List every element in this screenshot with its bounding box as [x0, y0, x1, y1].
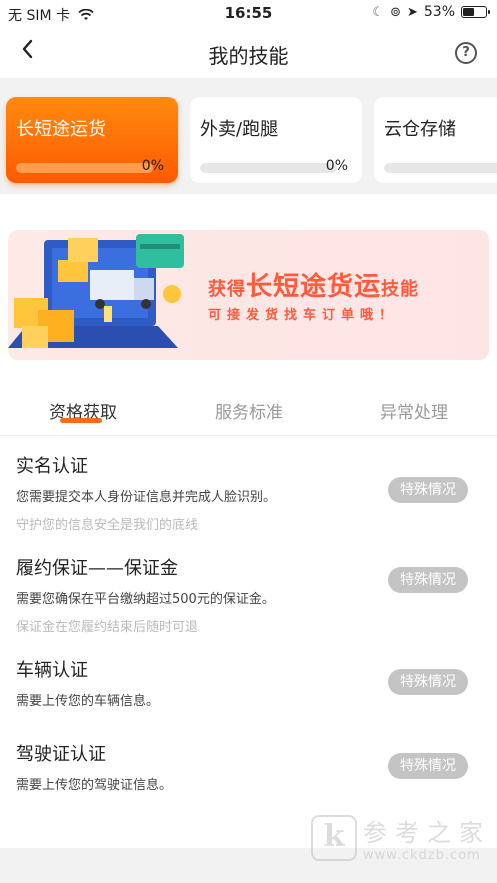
special-case-button[interactable]: 特殊情况: [388, 477, 468, 503]
special-case-button[interactable]: 特殊情况: [388, 669, 468, 695]
skill-card-label: 外卖/跑腿: [200, 119, 279, 140]
moon-icon: ☾: [372, 4, 385, 20]
skill-progress-bar: [200, 163, 337, 173]
skill-card-label: 长短途运货: [16, 119, 106, 140]
status-bar: 无 SIM 卡 16:55 ☾ ⊚ ➤ 53%: [0, 0, 497, 28]
watermark-url: www.ckdzb.com: [363, 848, 481, 863]
battery-fill: [463, 8, 474, 16]
skill-card-delivery-errand[interactable]: 外卖/跑腿 0%: [190, 97, 362, 183]
item-description: 您需要提交本人身份证信息并完成人脸识别。: [16, 490, 277, 505]
location-icon: ➤: [406, 4, 418, 20]
item-description: 需要上传您的驾驶证信息。: [16, 778, 173, 793]
skill-progress-bar: [384, 163, 497, 173]
active-tab-indicator: [60, 418, 102, 423]
promo-banner: 获得长短途货运技能 可接发货找车订单哦！: [8, 230, 489, 360]
requirement-list: 实名认证 您需要提交本人身份证信息并完成人脸识别。 守护您的信息安全是我们的底线…: [0, 436, 497, 848]
item-note: 保证金在您履约结束后随时可退: [16, 620, 199, 635]
page-title: 我的技能: [208, 44, 289, 68]
watermark-name: 参考之家: [363, 819, 491, 847]
item-title: 驾驶证认证: [16, 744, 106, 765]
battery-percent: 53%: [423, 4, 455, 20]
banner-subtitle: 可接发货找车订单哦！: [208, 308, 399, 323]
tab-service-standard[interactable]: 服务标准: [166, 398, 332, 423]
site-watermark: k 参考之家 www.ckdzb.com: [311, 813, 491, 863]
special-case-button[interactable]: 特殊情况: [388, 567, 468, 593]
item-note: 守护您的信息安全是我们的底线: [16, 518, 199, 533]
special-case-button[interactable]: 特殊情况: [388, 753, 468, 779]
tab-exception-handling[interactable]: 异常处理: [331, 398, 497, 423]
item-title: 实名认证: [16, 456, 88, 477]
item-title: 履约保证——保证金: [16, 558, 178, 579]
banner-headline: 获得长短途货运技能: [208, 272, 420, 302]
skill-progress-bar: [16, 163, 153, 173]
rotation-lock-icon: ⊚: [390, 4, 401, 20]
truck-laptop-illustration: [8, 234, 184, 348]
skill-card-label: 云仓存储: [384, 119, 456, 140]
battery-icon: [461, 6, 490, 18]
skill-cards: 长短途运货 0% 外卖/跑腿 0% 云仓存储 0%: [0, 78, 497, 194]
item-description: 需要您确保在平台缴纳超过500元的保证金。: [16, 592, 275, 607]
skill-card-cloud-storage[interactable]: 云仓存储 0%: [374, 97, 497, 183]
skill-progress-text: 0%: [325, 158, 348, 174]
help-circle-icon[interactable]: ?: [455, 42, 477, 64]
item-description: 需要上传您的车辆信息。: [16, 694, 160, 709]
skill-card-long-short-freight[interactable]: 长短途运货 0%: [6, 97, 178, 183]
skill-progress-text: 0%: [141, 158, 164, 174]
tab-bar: 资格获取 服务标准 异常处理: [0, 370, 497, 436]
nav-bar: 我的技能 ?: [0, 28, 497, 78]
item-title: 车辆认证: [16, 660, 88, 681]
watermark-logo: k: [311, 815, 357, 861]
